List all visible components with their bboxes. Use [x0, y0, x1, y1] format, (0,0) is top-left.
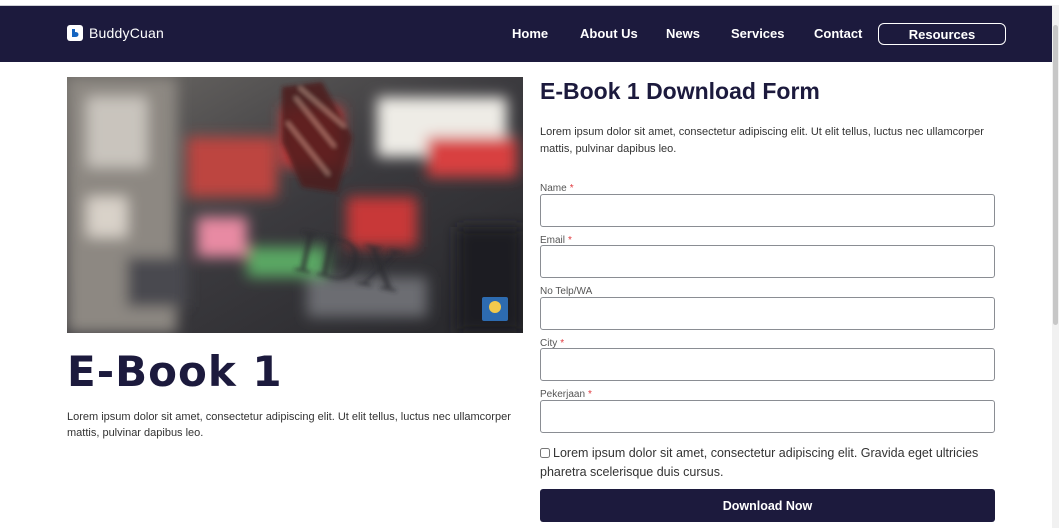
ebook-description: Lorem ipsum dolor sit amet, consectetur …: [67, 411, 511, 439]
nav-link-contact[interactable]: Contact: [814, 26, 862, 41]
scrollbar[interactable]: [1052, 5, 1059, 528]
ebook-title: E-Book 1: [67, 347, 283, 396]
phone-input[interactable]: [540, 297, 995, 330]
name-label: Name *: [540, 183, 574, 194]
nav-link-home[interactable]: Home: [512, 26, 548, 41]
form-description: Lorem ipsum dolor sit amet, consectetur …: [540, 126, 984, 155]
pekerjaan-label: Pekerjaan *: [540, 389, 592, 400]
page: BuddyCuan Home About Us News Services Co…: [0, 0, 1059, 528]
required-marker: *: [569, 183, 574, 194]
consent-checkbox[interactable]: [540, 448, 550, 458]
download-now-button[interactable]: Download Now: [540, 489, 995, 522]
nav-link-news[interactable]: News: [666, 26, 700, 41]
consent-text: Lorem ipsum dolor sit amet, consectetur …: [540, 446, 979, 479]
phone-label: No Telp/WA: [540, 286, 592, 297]
name-label-text: Name: [540, 183, 567, 194]
nav-link-services[interactable]: Services: [731, 26, 785, 41]
email-input[interactable]: [540, 245, 995, 278]
consent-row: Lorem ipsum dolor sit amet, consectetur …: [540, 444, 980, 482]
brand[interactable]: BuddyCuan: [67, 25, 164, 41]
form-title: E-Book 1 Download Form: [540, 78, 820, 104]
pekerjaan-input[interactable]: [540, 400, 995, 433]
pekerjaan-label-text: Pekerjaan: [540, 389, 586, 400]
navbar: BuddyCuan Home About Us News Services Co…: [0, 5, 1052, 62]
phone-label-text: No Telp/WA: [540, 286, 593, 297]
required-marker: *: [588, 389, 592, 400]
nav-link-about-us[interactable]: About Us: [580, 26, 638, 41]
scrollbar-thumb[interactable]: [1053, 25, 1058, 325]
brand-name: BuddyCuan: [89, 25, 164, 41]
name-input[interactable]: [540, 194, 995, 227]
ebook-cover-image: IDX: [67, 77, 523, 333]
brand-logo-icon: [67, 25, 83, 41]
resources-button[interactable]: Resources: [878, 23, 1006, 45]
city-input[interactable]: [540, 348, 995, 381]
